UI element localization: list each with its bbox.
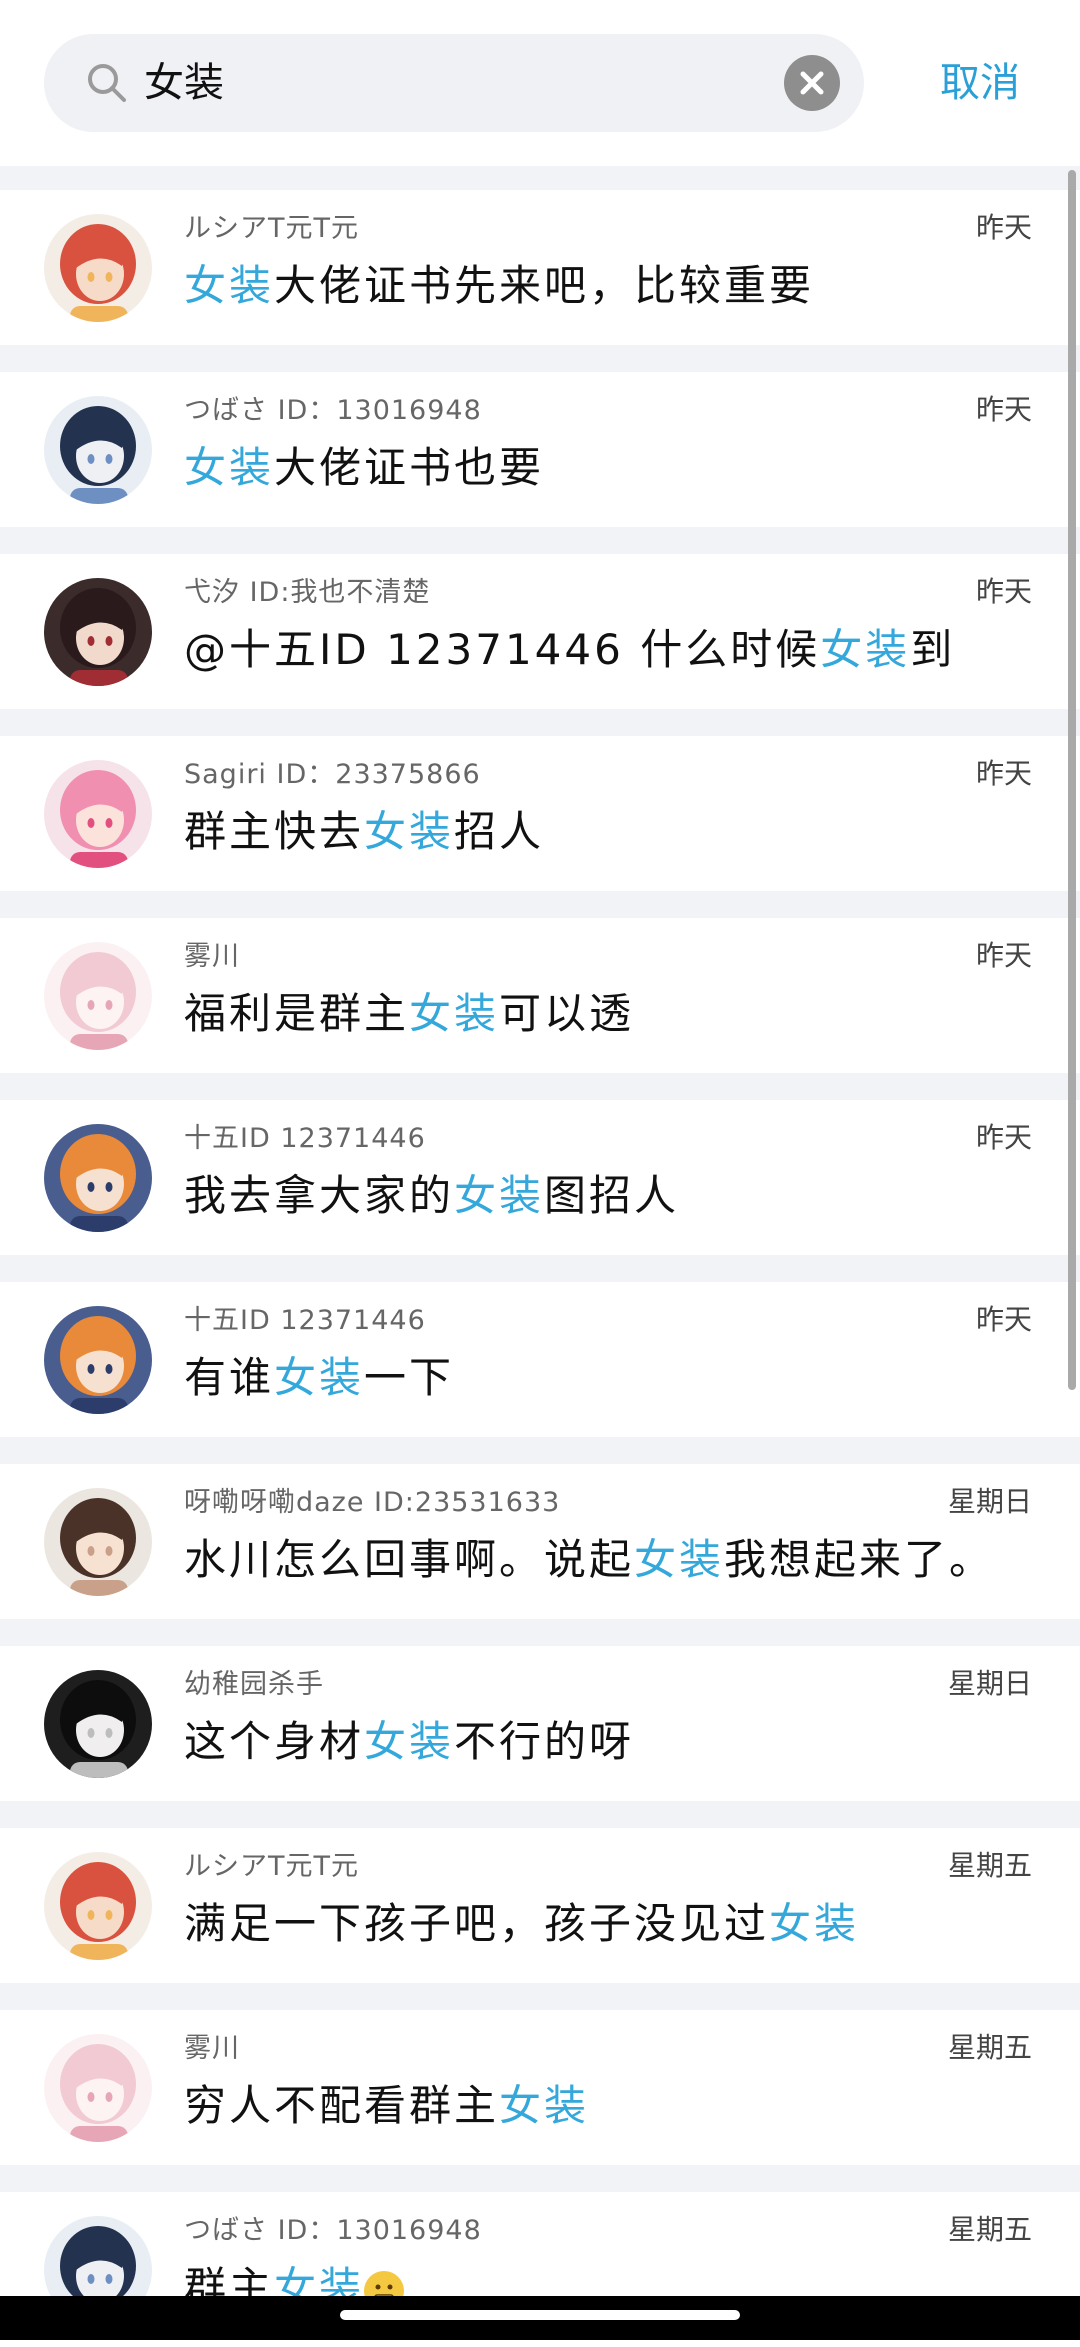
message-snippet: 福利是群主女装可以透	[184, 980, 634, 1041]
message-snippet: 有谁女装一下	[184, 1344, 454, 1405]
sender-name: つばさ ID：13016948	[184, 395, 482, 426]
message-time: 星期五	[947, 1849, 1032, 1882]
message-result-row[interactable]: 弋汐 ID:我也不清楚 昨天 @十五ID 12371446 什么时候女装到	[0, 554, 1080, 709]
highlighted-keyword: 女装	[769, 1899, 860, 1948]
sender-name: 弋汐 ID:我也不清楚	[184, 577, 431, 608]
highlighted-keyword: 女装	[364, 807, 455, 856]
avatar[interactable]	[44, 578, 152, 686]
close-icon	[800, 71, 824, 95]
message-text-after: 大佬证书先来吧，比较重要	[274, 261, 815, 310]
search-input[interactable]: 女装	[44, 34, 864, 132]
message-text-after: 我想起来了。	[724, 1535, 995, 1584]
sender-name: 幼稚园杀手	[184, 1669, 324, 1700]
avatar[interactable]	[44, 1670, 152, 1778]
clear-search-button[interactable]	[784, 55, 840, 111]
sender-name: 十五ID 12371446	[184, 1305, 426, 1336]
message-time: 昨天	[975, 575, 1032, 608]
message-time: 昨天	[975, 1121, 1032, 1154]
search-query: 女装	[144, 60, 224, 106]
highlighted-keyword: 女装	[454, 1171, 545, 1220]
message-snippet: 群主快去女装招人	[184, 798, 544, 859]
highlighted-keyword: 女装	[634, 1535, 725, 1584]
avatar[interactable]	[44, 214, 152, 322]
message-text-after: 一下	[364, 1353, 455, 1402]
message-text-before: @十五ID 12371446 什么时候	[184, 625, 821, 674]
avatar[interactable]	[44, 760, 152, 868]
message-snippet: 我去拿大家的女装图招人	[184, 1162, 679, 1223]
avatar[interactable]	[44, 1852, 152, 1960]
message-result-row[interactable]: 十五ID 12371446 昨天有谁女装一下	[0, 1282, 1080, 1437]
message-snippet: 穷人不配看群主女装	[184, 2072, 589, 2133]
message-text-before: 我去拿大家的	[184, 1171, 455, 1220]
message-snippet: @十五ID 12371446 什么时候女装到	[184, 616, 955, 677]
sender-name: ルシアT元T元	[184, 1851, 359, 1882]
home-indicator[interactable]	[340, 2310, 740, 2320]
message-text-before: 水川怎么回事啊。说起	[184, 1535, 635, 1584]
message-time: 星期五	[947, 2213, 1032, 2246]
avatar[interactable]	[44, 396, 152, 504]
message-time: 昨天	[975, 757, 1032, 790]
message-result-row[interactable]: 十五ID 12371446 昨天我去拿大家的女装图招人	[0, 1100, 1080, 1255]
message-text-after: 可以透	[499, 989, 635, 1038]
message-result-row[interactable]: 幼稚园杀手 星期日这个身材女装不行的呀	[0, 1646, 1080, 1801]
highlighted-keyword: 女装	[499, 2081, 590, 2130]
sender-name: つばさ ID：13016948	[184, 2215, 482, 2246]
search-header: 女装 取消	[0, 0, 1080, 166]
scrollbar[interactable]	[1068, 170, 1076, 1390]
sender-name: 雾川	[184, 2033, 240, 2064]
message-text-before: 群主快去	[184, 807, 365, 856]
message-snippet: 满足一下孩子吧，孩子没见过女装	[184, 1890, 859, 1951]
message-time: 昨天	[975, 393, 1032, 426]
message-result-row[interactable]: 雾川 昨天福利是群主女装可以透	[0, 918, 1080, 1073]
message-text-before: 满足一下孩子吧，孩子没见过	[184, 1899, 770, 1948]
sender-name: 呀嘞呀嘞daze ID:23531633	[184, 1487, 561, 1518]
search-icon	[88, 64, 126, 102]
message-text-before: 有谁	[184, 1353, 275, 1402]
message-time: 星期日	[947, 1485, 1032, 1518]
highlighted-keyword: 女装	[820, 625, 911, 674]
message-time: 昨天	[975, 1303, 1032, 1336]
message-text-after: 到	[910, 625, 956, 674]
avatar[interactable]	[44, 1124, 152, 1232]
cancel-button[interactable]: 取消	[920, 34, 1040, 132]
message-snippet: 水川怎么回事啊。说起女装我想起来了。	[184, 1526, 994, 1587]
highlighted-keyword: 女装	[364, 1717, 455, 1766]
message-result-row[interactable]: 雾川 星期五穷人不配看群主女装	[0, 2010, 1080, 2165]
message-text-before: 这个身材	[184, 1717, 365, 1766]
message-text-before: 福利是群主	[184, 989, 410, 1038]
message-time: 星期五	[947, 2031, 1032, 2064]
message-time: 星期日	[947, 1667, 1032, 1700]
highlighted-keyword: 女装	[409, 989, 500, 1038]
message-snippet: 这个身材女装不行的呀	[184, 1708, 634, 1769]
highlighted-keyword: 女装	[274, 1353, 365, 1402]
message-text-before: 穷人不配看群主	[184, 2081, 500, 2130]
message-snippet: 女装大佬证书也要	[184, 434, 544, 495]
message-result-row[interactable]: Sagiri ID：23375866 昨天群主快去女装招人	[0, 736, 1080, 891]
sender-name: Sagiri ID：23375866	[184, 759, 481, 790]
message-result-row[interactable]: つばさ ID：13016948 昨天女装大佬证书也要	[0, 372, 1080, 527]
highlighted-keyword: 女装	[184, 443, 275, 492]
message-time: 昨天	[975, 211, 1032, 244]
message-result-row[interactable]: ルシアT元T元 星期五满足一下孩子吧，孩子没见过女装	[0, 1828, 1080, 1983]
highlighted-keyword: 女装	[184, 261, 275, 310]
message-snippet: 女装大佬证书先来吧，比较重要	[184, 252, 814, 313]
avatar[interactable]	[44, 1306, 152, 1414]
message-result-row[interactable]: 呀嘞呀嘞daze ID:23531633 星期日水川怎么回事啊。说起女装我想起来了…	[0, 1464, 1080, 1619]
sender-name: 雾川	[184, 941, 240, 972]
sender-name: ルシアT元T元	[184, 213, 359, 244]
avatar[interactable]	[44, 1488, 152, 1596]
message-text-after: 大佬证书也要	[274, 443, 545, 492]
message-text-after: 不行的呀	[454, 1717, 635, 1766]
message-time: 昨天	[975, 939, 1032, 972]
message-result-row[interactable]: ルシアT元T元 昨天女装大佬证书先来吧，比较重要	[0, 190, 1080, 345]
message-text-after: 招人	[454, 807, 545, 856]
avatar[interactable]	[44, 942, 152, 1050]
message-text-after: 图招人	[544, 1171, 680, 1220]
sender-name: 十五ID 12371446	[184, 1123, 426, 1154]
avatar[interactable]	[44, 2034, 152, 2142]
